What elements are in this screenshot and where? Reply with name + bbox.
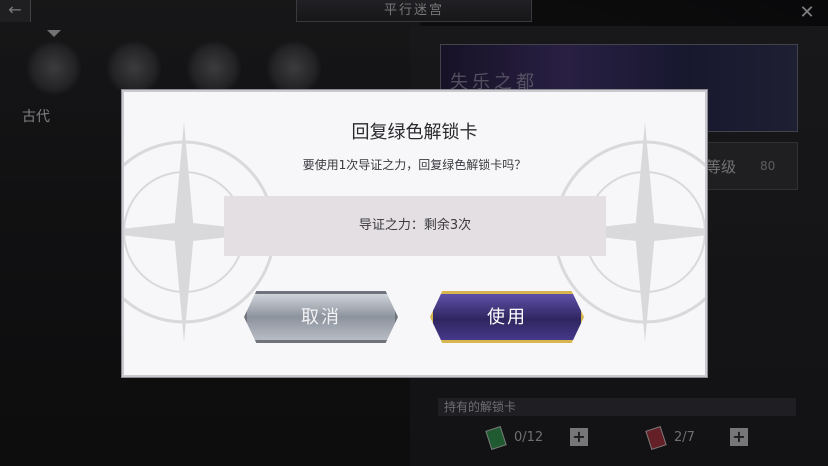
use-button[interactable]: 使用	[430, 291, 584, 343]
dialog-message: 要使用1次导证之力，回复绿色解锁卡吗？	[302, 158, 527, 172]
restore-card-dialog: 回复绿色解锁卡 要使用1次导证之力，回复绿色解锁卡吗？ 导证之力：剩余3次 取消…	[122, 90, 707, 377]
dialog-title: 回复绿色解锁卡	[351, 122, 478, 143]
remaining-uses-info: 导证之力：剩余3次	[224, 196, 606, 256]
cancel-button[interactable]: 取消	[244, 291, 398, 343]
